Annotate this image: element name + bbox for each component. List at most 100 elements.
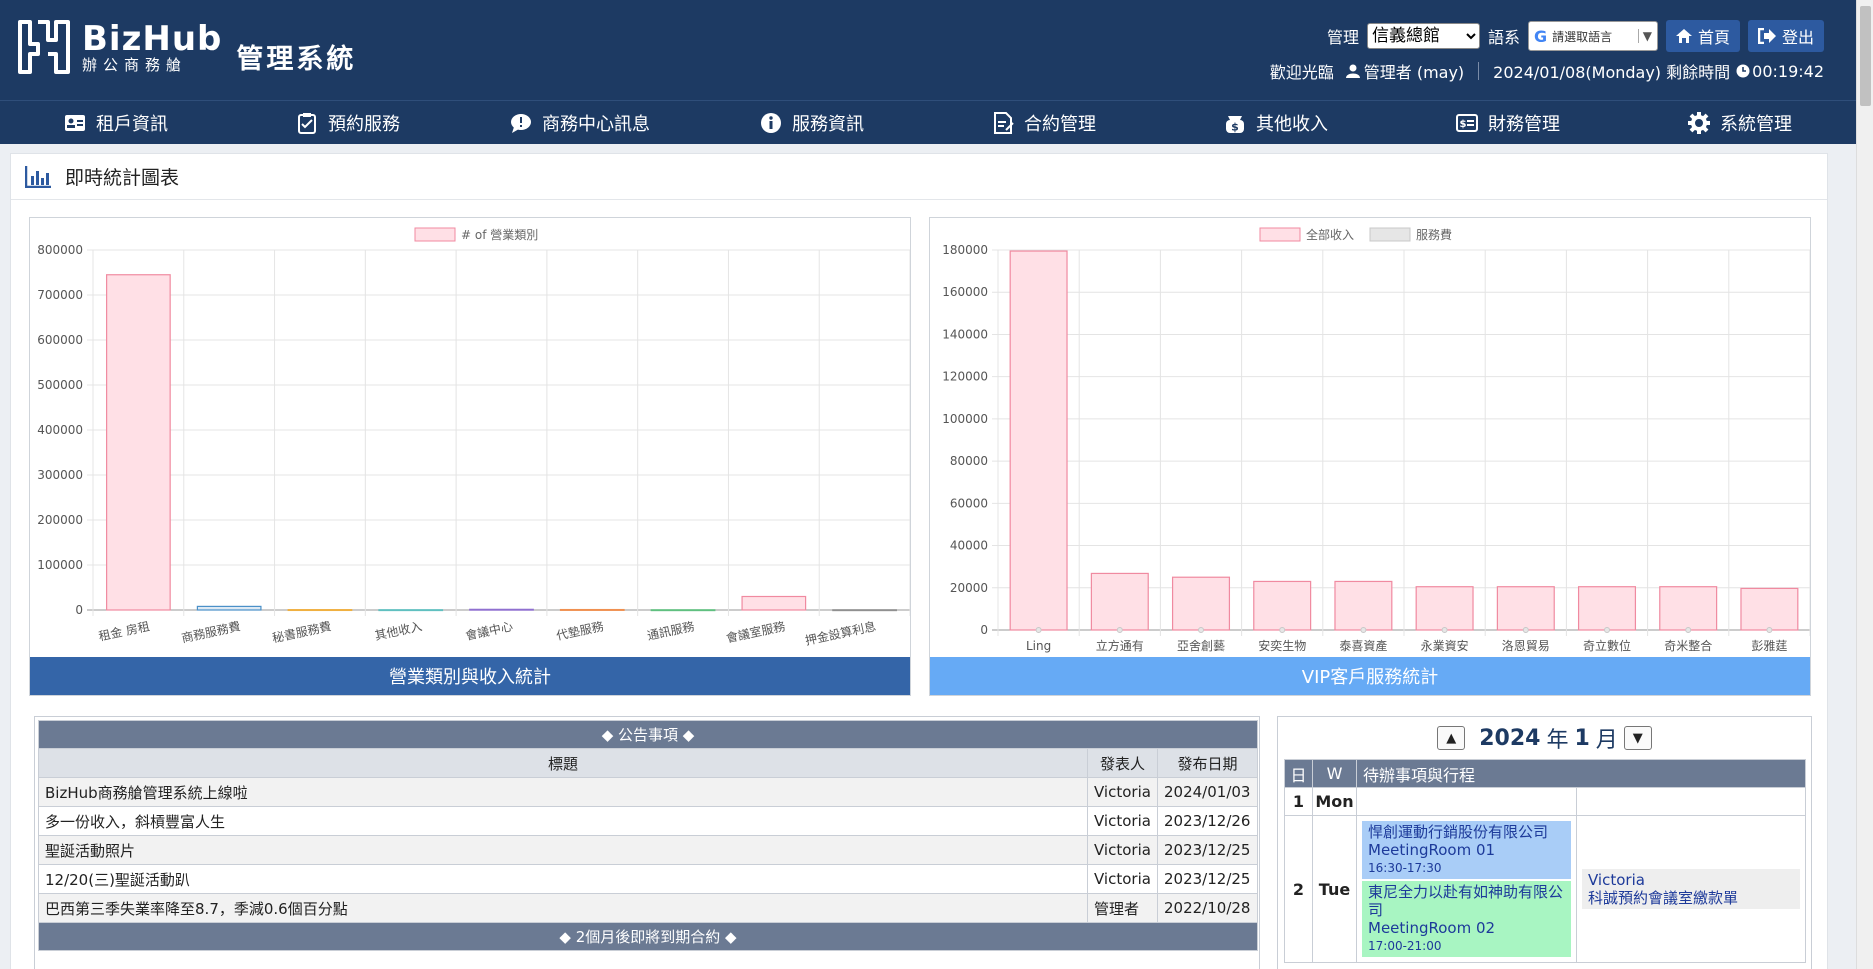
col-date: 發布日期 <box>1157 748 1258 778</box>
bar <box>1090 572 1149 631</box>
event-company: 悍創運動行銷股份有限公司 <box>1368 823 1549 841</box>
bar <box>196 605 262 611</box>
bar <box>1253 580 1312 631</box>
y-tick-label: 20000 <box>950 581 988 595</box>
nav-item-7[interactable]: $ 財務管理 <box>1392 101 1624 144</box>
y-tick-label: 40000 <box>950 539 988 553</box>
y-tick-label: 0 <box>980 623 988 637</box>
logout-button[interactable]: 登出 <box>1747 20 1824 52</box>
service-fee-point <box>1198 627 1204 633</box>
service-fee-point <box>1766 627 1773 633</box>
table-row[interactable]: BizHub商務艙管理系統上線啦 Victoria 2024/01/03 <box>38 777 1258 807</box>
next-month-button[interactable]: ▼ <box>1623 726 1652 750</box>
bar <box>1171 576 1231 631</box>
event-room: MeetingRoom 02 <box>1368 919 1496 937</box>
x-tick-label: 秘書服務費 <box>271 618 333 645</box>
weekday-name: Mon <box>1312 787 1357 816</box>
x-tick-label: 其他收入 <box>373 619 423 643</box>
prev-month-button[interactable]: ▲ <box>1437 726 1466 750</box>
top-header: BizHub 辦公商務艙 管理系統 管理 信義總館 語系 G 請選取語言 ▼ 首… <box>0 0 1856 100</box>
revenue-chart-footer: 營業類別與收入統計 <box>30 657 910 695</box>
bar <box>559 608 625 611</box>
translate-text: 請選取語言 <box>1552 29 1613 44</box>
page-title: 即時統計圖表 <box>65 167 180 189</box>
table-row[interactable]: 巴西第三季失業率降至8.7，季減0.6個百分點 管理者 2022/10/28 <box>38 893 1258 923</box>
service-fee-point <box>1116 627 1123 633</box>
table-row[interactable]: 聖誕活動照片 Victoria 2023/12/25 <box>38 835 1258 865</box>
bar <box>1577 586 1637 631</box>
cell-date: 2024/01/03 <box>1157 777 1258 807</box>
logout-icon <box>1757 28 1776 44</box>
x-tick-label: 彭雅莛 <box>1751 638 1787 653</box>
branch-select[interactable]: 信義總館 <box>1366 23 1480 49</box>
table-row[interactable]: 多一份收入，斜槓豐富人生 Victoria 2023/12/26 <box>38 806 1258 836</box>
cell-author: Victoria <box>1087 835 1158 865</box>
home-icon <box>1675 29 1692 43</box>
page-scrollbar[interactable] <box>1856 0 1873 969</box>
event-item[interactable]: 東尼全力以赴有如神助有限公司 MeetingRoom 02 17:00-21:0… <box>1362 881 1571 957</box>
y-tick-label: 300000 <box>37 468 83 482</box>
day-number: 2 <box>1284 815 1313 963</box>
event-room: MeetingRoom 01 <box>1368 841 1496 859</box>
calendar-month: 1 <box>1574 725 1590 751</box>
remaining-time: 00:19:42 <box>1752 61 1824 81</box>
cell-date: 2022/10/28 <box>1157 893 1258 923</box>
nav-label: 服務資訊 <box>792 113 864 135</box>
nav-label: 合約管理 <box>1024 113 1096 135</box>
x-tick-label: 會議室服務 <box>725 618 787 645</box>
panel-header: 即時統計圖表 <box>11 154 1827 200</box>
col-author: 發表人 <box>1087 748 1158 778</box>
nav-label: 預約服務 <box>328 113 400 135</box>
nav-item-1[interactable]: 租戶資訊 <box>0 101 232 144</box>
nav-label: 其他收入 <box>1256 113 1328 135</box>
cell-author: Victoria <box>1087 806 1158 836</box>
vip-client-chart: 180000 160000 140000 120000 100000 80000 60000… <box>929 217 1811 696</box>
y-tick-label: 0 <box>75 603 83 617</box>
nav-item-5[interactable]: 合約管理 <box>928 101 1160 144</box>
x-tick-label: 洛恩貿易 <box>1502 638 1550 653</box>
todo-item[interactable]: Victoria 科誠預約會議室繳款單 <box>1582 869 1800 909</box>
nav-item-6[interactable]: $ 其他收入 <box>1160 101 1392 144</box>
service-fee-point <box>1522 627 1529 633</box>
service-fee-point <box>1360 627 1367 633</box>
table-row[interactable]: 12/20(三)聖誕活動趴 Victoria 2023/12/25 <box>38 864 1258 894</box>
nav-item-8[interactable]: 系統管理 <box>1624 101 1856 144</box>
cell-title: 巴西第三季失業率降至8.7，季減0.6個百分點 <box>38 893 1088 923</box>
cell-date: 2023/12/25 <box>1157 864 1258 894</box>
home-button[interactable]: 首頁 <box>1665 20 1740 52</box>
logo-mark-icon <box>16 18 72 76</box>
x-tick-label: Ling <box>1026 639 1051 653</box>
event-item[interactable]: 悍創運動行銷股份有限公司 MeetingRoom 01 16:30-17:30 <box>1362 821 1571 879</box>
svg-text:$: $ <box>1460 119 1467 130</box>
col-schedule: 待辦事項與行程 <box>1356 759 1806 788</box>
welcome-text: 歡迎光臨 <box>1269 63 1334 82</box>
scrollbar-thumb[interactable] <box>1860 6 1871 106</box>
service-fee-point <box>1279 627 1286 633</box>
nav-item-3[interactable]: 商務中心訊息 <box>464 101 696 144</box>
bar <box>287 609 353 612</box>
x-tick-label: 會議中心 <box>464 618 514 643</box>
x-tick-label: 安奕生物 <box>1258 638 1306 653</box>
legend-swatch <box>1259 227 1301 242</box>
brand-logo[interactable]: BizHub 辦公商務艙 管理系統 <box>16 18 356 76</box>
bar <box>1009 250 1068 631</box>
revenue-category-svg: 800000 700000 600000 500000 400000 300000 2000… <box>37 227 910 648</box>
y-tick-label: 500000 <box>37 378 83 392</box>
calendar-year: 2024 <box>1479 725 1541 751</box>
nav-item-2[interactable]: 預約服務 <box>232 101 464 144</box>
x-tick-label: 押金設算利息 <box>804 618 878 648</box>
legend-label: # of 營業類別 <box>461 228 538 242</box>
nav-item-4[interactable]: 服務資訊 <box>696 101 928 144</box>
legend-swatch <box>414 227 456 242</box>
y-tick-label: 100000 <box>37 558 83 572</box>
event-time: 16:30-17:30 <box>1368 861 1442 875</box>
y-tick-label: 700000 <box>37 288 83 302</box>
y-tick-label: 600000 <box>37 333 83 347</box>
nav-label: 商務中心訊息 <box>542 113 650 135</box>
x-tick-label: 永業資安 <box>1421 638 1469 653</box>
language-label: 語系 <box>1487 28 1520 47</box>
bar <box>1496 586 1555 631</box>
bar <box>832 609 897 612</box>
google-translate-select[interactable]: G 請選取語言 ▼ <box>1527 21 1658 51</box>
x-tick-label: 奇立數位 <box>1583 638 1631 653</box>
